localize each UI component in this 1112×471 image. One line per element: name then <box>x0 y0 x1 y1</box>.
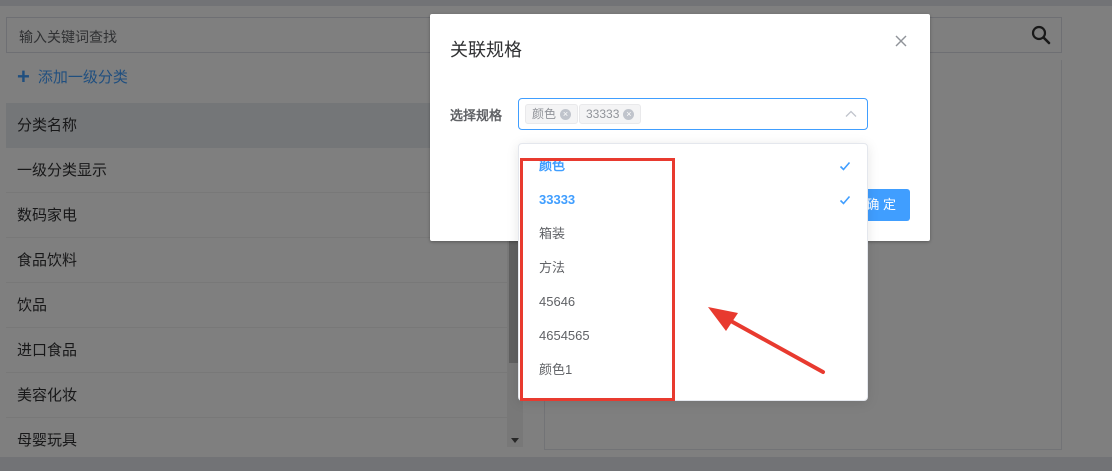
chevron-up-icon[interactable] <box>845 108 857 120</box>
annotation-arrow-icon <box>708 307 825 374</box>
dialog-title: 关联规格 <box>450 40 522 60</box>
spec-form-label: 选择规格 <box>450 108 503 123</box>
selected-tag: 33333 × <box>579 104 642 124</box>
check-icon <box>839 195 851 205</box>
tag-label: 颜色 <box>532 107 557 121</box>
spec-multi-select[interactable]: 颜色 × 33333 × <box>518 98 868 130</box>
annotation-highlight-box <box>520 158 675 401</box>
tag-label: 33333 <box>586 107 620 121</box>
tag-close-icon[interactable]: × <box>623 108 635 120</box>
selected-tag: 颜色 × <box>525 104 579 124</box>
check-icon <box>839 161 851 171</box>
close-icon[interactable] <box>894 34 908 48</box>
tag-close-icon[interactable]: × <box>560 108 572 120</box>
